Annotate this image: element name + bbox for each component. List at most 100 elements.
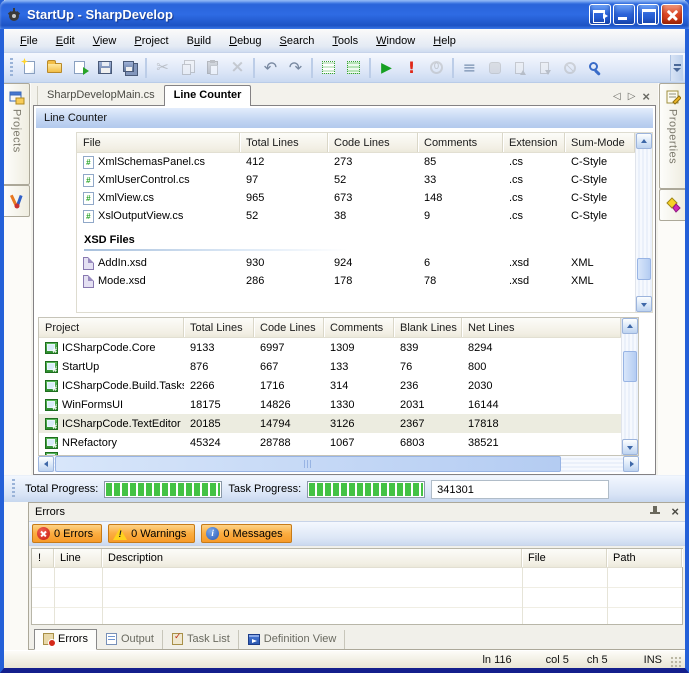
column-header[interactable]: Blank Lines [394, 318, 462, 337]
errors-grid-body[interactable] [32, 568, 682, 624]
menu-item[interactable]: Window [368, 32, 423, 50]
scrollbar-thumb[interactable] [623, 351, 637, 383]
delete-icon[interactable]: × [225, 56, 250, 80]
save-all-icon[interactable] [117, 56, 142, 80]
file-row[interactable]: XmlUserControl.cs 97 52 33 .cs C-Style [77, 171, 635, 189]
scroll-down-button[interactable] [622, 439, 638, 455]
list-lines-icon[interactable]: ≡ [457, 56, 482, 80]
tab-output[interactable]: Output [98, 630, 163, 649]
redo-icon[interactable]: ↷ [283, 56, 308, 80]
column-header[interactable]: Total Lines [184, 318, 254, 337]
column-header[interactable]: Extension [503, 133, 565, 152]
close-button[interactable] [661, 4, 683, 25]
file-row[interactable]: XmlView.cs 965 673 148 .cs C-Style [77, 189, 635, 207]
menu-item[interactable]: Search [272, 32, 323, 50]
document-tab[interactable]: Line Counter [164, 85, 252, 106]
column-header[interactable]: Comments [418, 133, 503, 152]
new-file-icon[interactable] [17, 56, 42, 80]
sidebar-tab-properties[interactable]: Properties [659, 83, 685, 189]
tab-errors[interactable]: Errors [34, 629, 97, 650]
sidebar-tab-projects[interactable]: Projects [4, 83, 30, 185]
menu-item[interactable]: Edit [48, 32, 83, 50]
project-row[interactable]: StartUp 876 667 133 76 800 [39, 357, 621, 376]
column-header[interactable]: Code Lines [254, 318, 324, 337]
warnings-filter-button[interactable]: 0 Warnings [108, 524, 195, 543]
minimize-button[interactable] [613, 4, 635, 25]
column-header[interactable]: Path [607, 549, 682, 567]
errors-close-button[interactable]: × [671, 507, 679, 517]
column-header[interactable]: Line [54, 549, 102, 567]
menu-item[interactable]: Debug [221, 32, 269, 50]
column-header[interactable]: Net Lines [462, 318, 621, 337]
zero-circle-icon[interactable]: 0 [424, 56, 449, 80]
copy-icon[interactable] [175, 56, 200, 80]
abort-icon[interactable]: ! [399, 56, 424, 80]
save-icon[interactable] [92, 56, 117, 80]
separator[interactable] [311, 58, 313, 78]
column-header[interactable]: ! [32, 549, 54, 567]
file-row[interactable]: AddIn.xsd 930 924 6 .xsd XML [77, 254, 635, 272]
project-row-clipped[interactable] [39, 452, 621, 455]
maximize-button[interactable] [637, 4, 659, 25]
column-header[interactable]: Project [39, 318, 184, 337]
menu-item[interactable]: Tools [324, 32, 366, 50]
undo-icon[interactable]: ↶ [258, 56, 283, 80]
project-row[interactable]: ICSharpCode.TextEditor 20185 14794 3126 … [39, 414, 621, 433]
search-icon[interactable] [582, 56, 607, 80]
tab-definition-view[interactable]: Definition View [240, 630, 346, 649]
resize-grip[interactable] [670, 656, 682, 668]
separator[interactable] [452, 58, 454, 78]
clear-bookmarks-icon[interactable] [557, 56, 582, 80]
sidebar-tab-tasks[interactable] [659, 189, 685, 221]
scrollbar-thumb[interactable] [55, 456, 561, 472]
separator[interactable] [145, 58, 147, 78]
menu-item[interactable]: Build [179, 32, 219, 50]
toolbar-grip[interactable] [12, 479, 15, 499]
square-icon[interactable] [482, 56, 507, 80]
menu-item[interactable]: Help [425, 32, 464, 50]
project-row[interactable]: ICSharpCode.Build.Tasks 2266 1716 314 23… [39, 376, 621, 395]
scroll-up-button[interactable] [622, 318, 638, 334]
file-row[interactable]: XslOutputView.cs 52 38 9 .cs C-Style [77, 207, 635, 225]
column-header[interactable]: Comments [324, 318, 394, 337]
sidebar-tab-toolbox[interactable] [4, 185, 30, 217]
menu-item[interactable]: Project [126, 32, 176, 50]
separator[interactable] [369, 58, 371, 78]
scroll-down-button[interactable] [636, 296, 652, 312]
project-row[interactable]: ICSharpCode.Core 9133 6997 1309 839 8294 [39, 338, 621, 357]
open-file-icon[interactable] [42, 56, 67, 80]
column-header[interactable]: Description [102, 549, 522, 567]
scroll-left-button[interactable] [38, 456, 54, 472]
prev-bookmark-icon[interactable] [507, 56, 532, 80]
column-header[interactable]: File [522, 549, 607, 567]
project-row[interactable]: NRefactory 45324 28788 1067 6803 38521 [39, 433, 621, 452]
run-icon[interactable]: ▶ [374, 56, 399, 80]
close-tab-button[interactable]: × [642, 92, 650, 102]
file-row[interactable]: Mode.xsd 286 178 78 .xsd XML [77, 272, 635, 290]
menu-item[interactable]: File [12, 32, 46, 50]
messages-filter-button[interactable]: 0 Messages [201, 524, 291, 543]
scrollbar-thumb[interactable] [637, 258, 651, 280]
next-tab-button[interactable]: ▷ [628, 92, 636, 102]
uncomment-region-icon[interactable] [341, 56, 366, 80]
errors-filter-button[interactable]: 0 Errors [32, 524, 102, 543]
toolbar-overflow-button[interactable] [670, 55, 683, 81]
paste-icon[interactable] [200, 56, 225, 80]
separator[interactable] [253, 58, 255, 78]
open-with-icon[interactable] [67, 56, 92, 80]
file-row[interactable]: XmlSchemasPanel.cs 412 273 85 .cs C-Styl… [77, 153, 635, 171]
comment-region-icon[interactable] [316, 56, 341, 80]
scroll-up-button[interactable] [636, 133, 652, 149]
project-row[interactable]: WinFormsUI 18175 14826 1330 2031 16144 [39, 395, 621, 414]
cut-icon[interactable]: ✂ [150, 56, 175, 80]
scroll-right-button[interactable] [623, 456, 639, 472]
tab-task-list[interactable]: Task List [164, 630, 239, 649]
next-bookmark-icon[interactable] [532, 56, 557, 80]
column-header[interactable]: File [77, 133, 240, 152]
pin-icon[interactable] [650, 506, 661, 518]
toolbar-grip[interactable] [10, 58, 13, 78]
column-header[interactable]: Sum-Mode [565, 133, 635, 152]
menu-item[interactable]: View [85, 32, 125, 50]
column-header[interactable]: Code Lines [328, 133, 418, 152]
column-header[interactable]: Total Lines [240, 133, 328, 152]
